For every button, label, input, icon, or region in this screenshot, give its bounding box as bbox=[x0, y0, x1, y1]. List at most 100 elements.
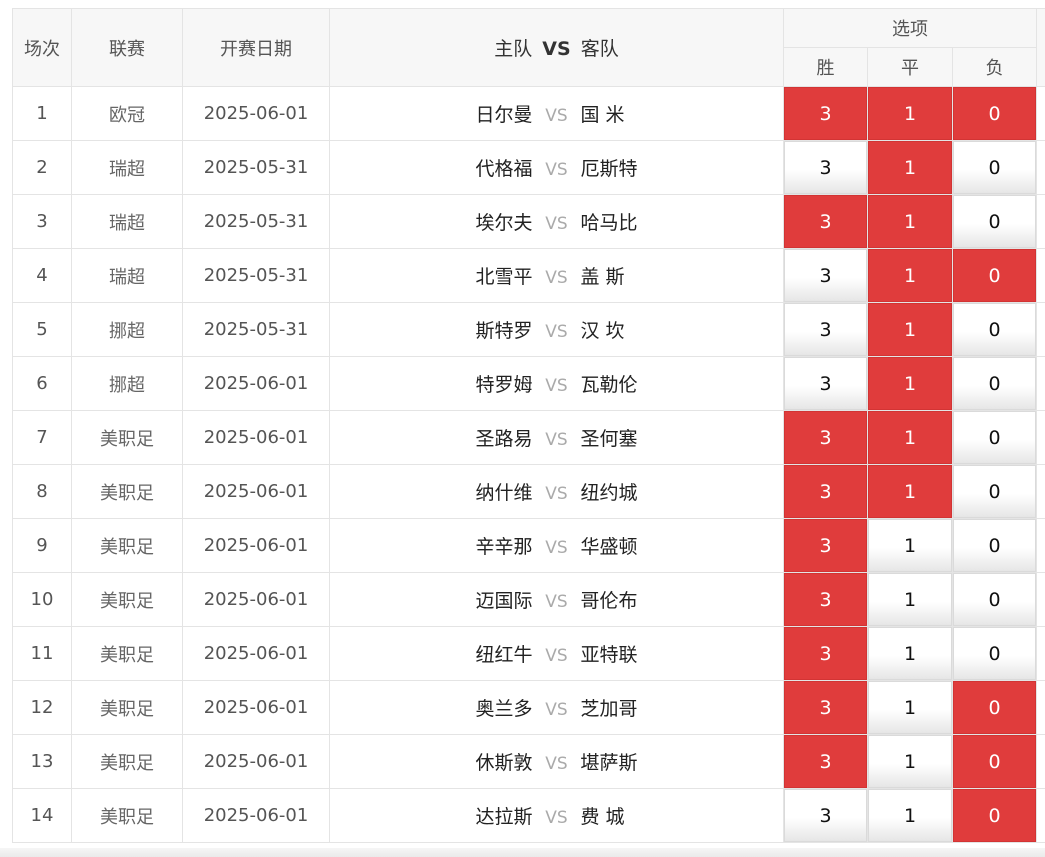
option-win-button[interactable]: 3 bbox=[784, 627, 867, 680]
option-draw-button[interactable]: 1 bbox=[868, 627, 952, 680]
vs-label: VS bbox=[545, 268, 568, 288]
option-draw-button[interactable]: 1 bbox=[868, 735, 952, 788]
vs-label: VS bbox=[545, 376, 568, 396]
header-league: 联赛 bbox=[71, 8, 183, 87]
option-draw-button[interactable]: 1 bbox=[868, 249, 952, 302]
option-win-button[interactable]: 3 bbox=[784, 465, 867, 518]
option-win-button[interactable]: 3 bbox=[784, 681, 867, 734]
option-win-button[interactable]: 3 bbox=[784, 195, 867, 248]
option-draw-button[interactable]: 1 bbox=[868, 411, 952, 464]
row-edge bbox=[1036, 302, 1045, 357]
option-lose-button[interactable]: 0 bbox=[953, 303, 1037, 356]
row-edge bbox=[1036, 626, 1045, 681]
option-lose-button[interactable]: 0 bbox=[953, 735, 1037, 788]
row-edge bbox=[1036, 734, 1045, 789]
match-index: 11 bbox=[12, 626, 72, 681]
table-header: 场次 联赛 开赛日期 主队 VS 客队 选项 胜 平 负 bbox=[12, 8, 1045, 87]
vs-label: VS bbox=[545, 484, 568, 504]
table-row: 4 瑞超 2025-05-31 北雪平 VS 盖 斯 310 bbox=[12, 248, 1045, 303]
vs-label: VS bbox=[545, 646, 568, 666]
option-draw-cell: 1 bbox=[867, 788, 953, 843]
option-win-button[interactable]: 3 bbox=[784, 519, 867, 572]
option-lose-button[interactable]: 0 bbox=[953, 465, 1037, 518]
option-draw-cell: 1 bbox=[867, 518, 953, 573]
match-teams: 休斯敦 VS 堪萨斯 bbox=[329, 734, 784, 789]
away-team: 纽约城 bbox=[580, 482, 638, 504]
option-draw-button[interactable]: 1 bbox=[868, 87, 952, 140]
option-win-cell: 3 bbox=[783, 86, 868, 141]
match-index: 3 bbox=[12, 194, 72, 249]
option-lose-cell: 0 bbox=[951, 194, 1038, 249]
option-lose-button[interactable]: 0 bbox=[953, 141, 1037, 194]
table-row: 8 美职足 2025-06-01 纳什维 VS 纽约城 3 1 0 bbox=[12, 464, 1045, 519]
option-draw-cell: 1 bbox=[867, 572, 953, 627]
option-lose-button[interactable]: 0 bbox=[953, 249, 1037, 302]
away-team: 华盛顿 bbox=[580, 536, 638, 558]
away-team: 瓦勒伦 bbox=[580, 374, 638, 396]
vs-label: VS bbox=[545, 538, 568, 558]
option-lose-button[interactable]: 0 bbox=[953, 87, 1037, 140]
away-team: 哈马比 bbox=[580, 212, 638, 234]
match-date: 2025-05-31 bbox=[182, 140, 330, 195]
home-team: 圣路易 bbox=[475, 428, 533, 450]
option-lose-button[interactable]: 0 bbox=[953, 411, 1037, 464]
table-row: 11 美职足 2025-06-01 纽红牛 VS 亚特联 3 1 0 bbox=[12, 626, 1045, 681]
table-body: 1 欧冠 2025-06-01 日尔曼 VS 国 米 3 1 0 2 瑞超 2025-05-31 代格福… bbox=[12, 86, 1045, 843]
option-win-button[interactable]: 3 bbox=[784, 735, 867, 788]
option-win-button[interactable]: 3 bbox=[784, 141, 867, 194]
home-team: 代格福 bbox=[475, 158, 533, 180]
option-draw-button[interactable]: 1 bbox=[868, 789, 952, 842]
header-options: 选项 bbox=[782, 8, 1038, 48]
match-date: 2025-05-31 bbox=[182, 248, 330, 303]
option-win-button[interactable]: 3 bbox=[784, 303, 867, 356]
match-date: 2025-06-01 bbox=[182, 734, 330, 789]
option-lose-button[interactable]: 0 bbox=[953, 573, 1037, 626]
home-team: 迈国际 bbox=[475, 590, 533, 612]
match-index: 8 bbox=[12, 464, 72, 519]
option-lose-button[interactable]: 0 bbox=[953, 789, 1037, 842]
option-win-cell: 3 bbox=[783, 356, 868, 411]
option-lose-button[interactable]: 0 bbox=[953, 627, 1037, 680]
match-index: 9 bbox=[12, 518, 72, 573]
match-teams: 日尔曼 VS 国 米 bbox=[329, 86, 784, 141]
option-win-button[interactable]: 3 bbox=[784, 789, 867, 842]
match-index: 13 bbox=[12, 734, 72, 789]
option-lose-button[interactable]: 0 bbox=[953, 357, 1037, 410]
table-row: 1 欧冠 2025-06-01 日尔曼 VS 国 米310 bbox=[12, 86, 1045, 141]
row-edge bbox=[1036, 410, 1045, 465]
option-win-button[interactable]: 3 bbox=[784, 249, 867, 302]
match-teams: 纽红牛 VS 亚特联 bbox=[329, 626, 784, 681]
option-lose-button[interactable]: 0 bbox=[953, 195, 1037, 248]
option-draw-button[interactable]: 1 bbox=[868, 681, 952, 734]
option-win-button[interactable]: 3 bbox=[784, 573, 867, 626]
option-draw-button[interactable]: 1 bbox=[868, 357, 952, 410]
option-lose-button[interactable]: 0 bbox=[953, 681, 1037, 734]
league-name: 美职足 bbox=[71, 626, 183, 681]
row-edge bbox=[1036, 194, 1045, 249]
option-draw-cell: 1 bbox=[867, 194, 953, 249]
vs-label: VS bbox=[545, 808, 568, 828]
option-win-button[interactable]: 3 bbox=[784, 357, 867, 410]
option-draw-button[interactable]: 1 bbox=[868, 303, 952, 356]
option-win-cell: 3 bbox=[783, 572, 868, 627]
match-teams: 达拉斯 VS 费 城 bbox=[329, 788, 784, 843]
vs-label: VS bbox=[545, 106, 568, 126]
league-name: 美职足 bbox=[71, 518, 183, 573]
option-draw-button[interactable]: 1 bbox=[868, 465, 952, 518]
row-edge bbox=[1036, 356, 1045, 411]
option-win-cell: 3 bbox=[783, 464, 868, 519]
option-draw-button[interactable]: 1 bbox=[868, 573, 952, 626]
option-draw-button[interactable]: 1 bbox=[868, 519, 952, 572]
option-draw-button[interactable]: 1 bbox=[868, 141, 952, 194]
option-lose-button[interactable]: 0 bbox=[953, 519, 1037, 572]
match-teams: 斯特罗 VS 汉 坎 bbox=[329, 302, 784, 357]
option-win-button[interactable]: 3 bbox=[784, 411, 867, 464]
option-win-button[interactable]: 3 bbox=[784, 87, 867, 140]
option-draw-button[interactable]: 1 bbox=[868, 195, 952, 248]
option-draw-cell: 1 bbox=[867, 734, 953, 789]
option-draw-cell: 1 bbox=[867, 248, 953, 303]
away-team: 汉 坎 bbox=[580, 320, 625, 342]
home-team: 奥兰多 bbox=[475, 698, 533, 720]
option-win-cell: 3 bbox=[783, 788, 868, 843]
league-name: 欧冠 bbox=[71, 86, 183, 141]
